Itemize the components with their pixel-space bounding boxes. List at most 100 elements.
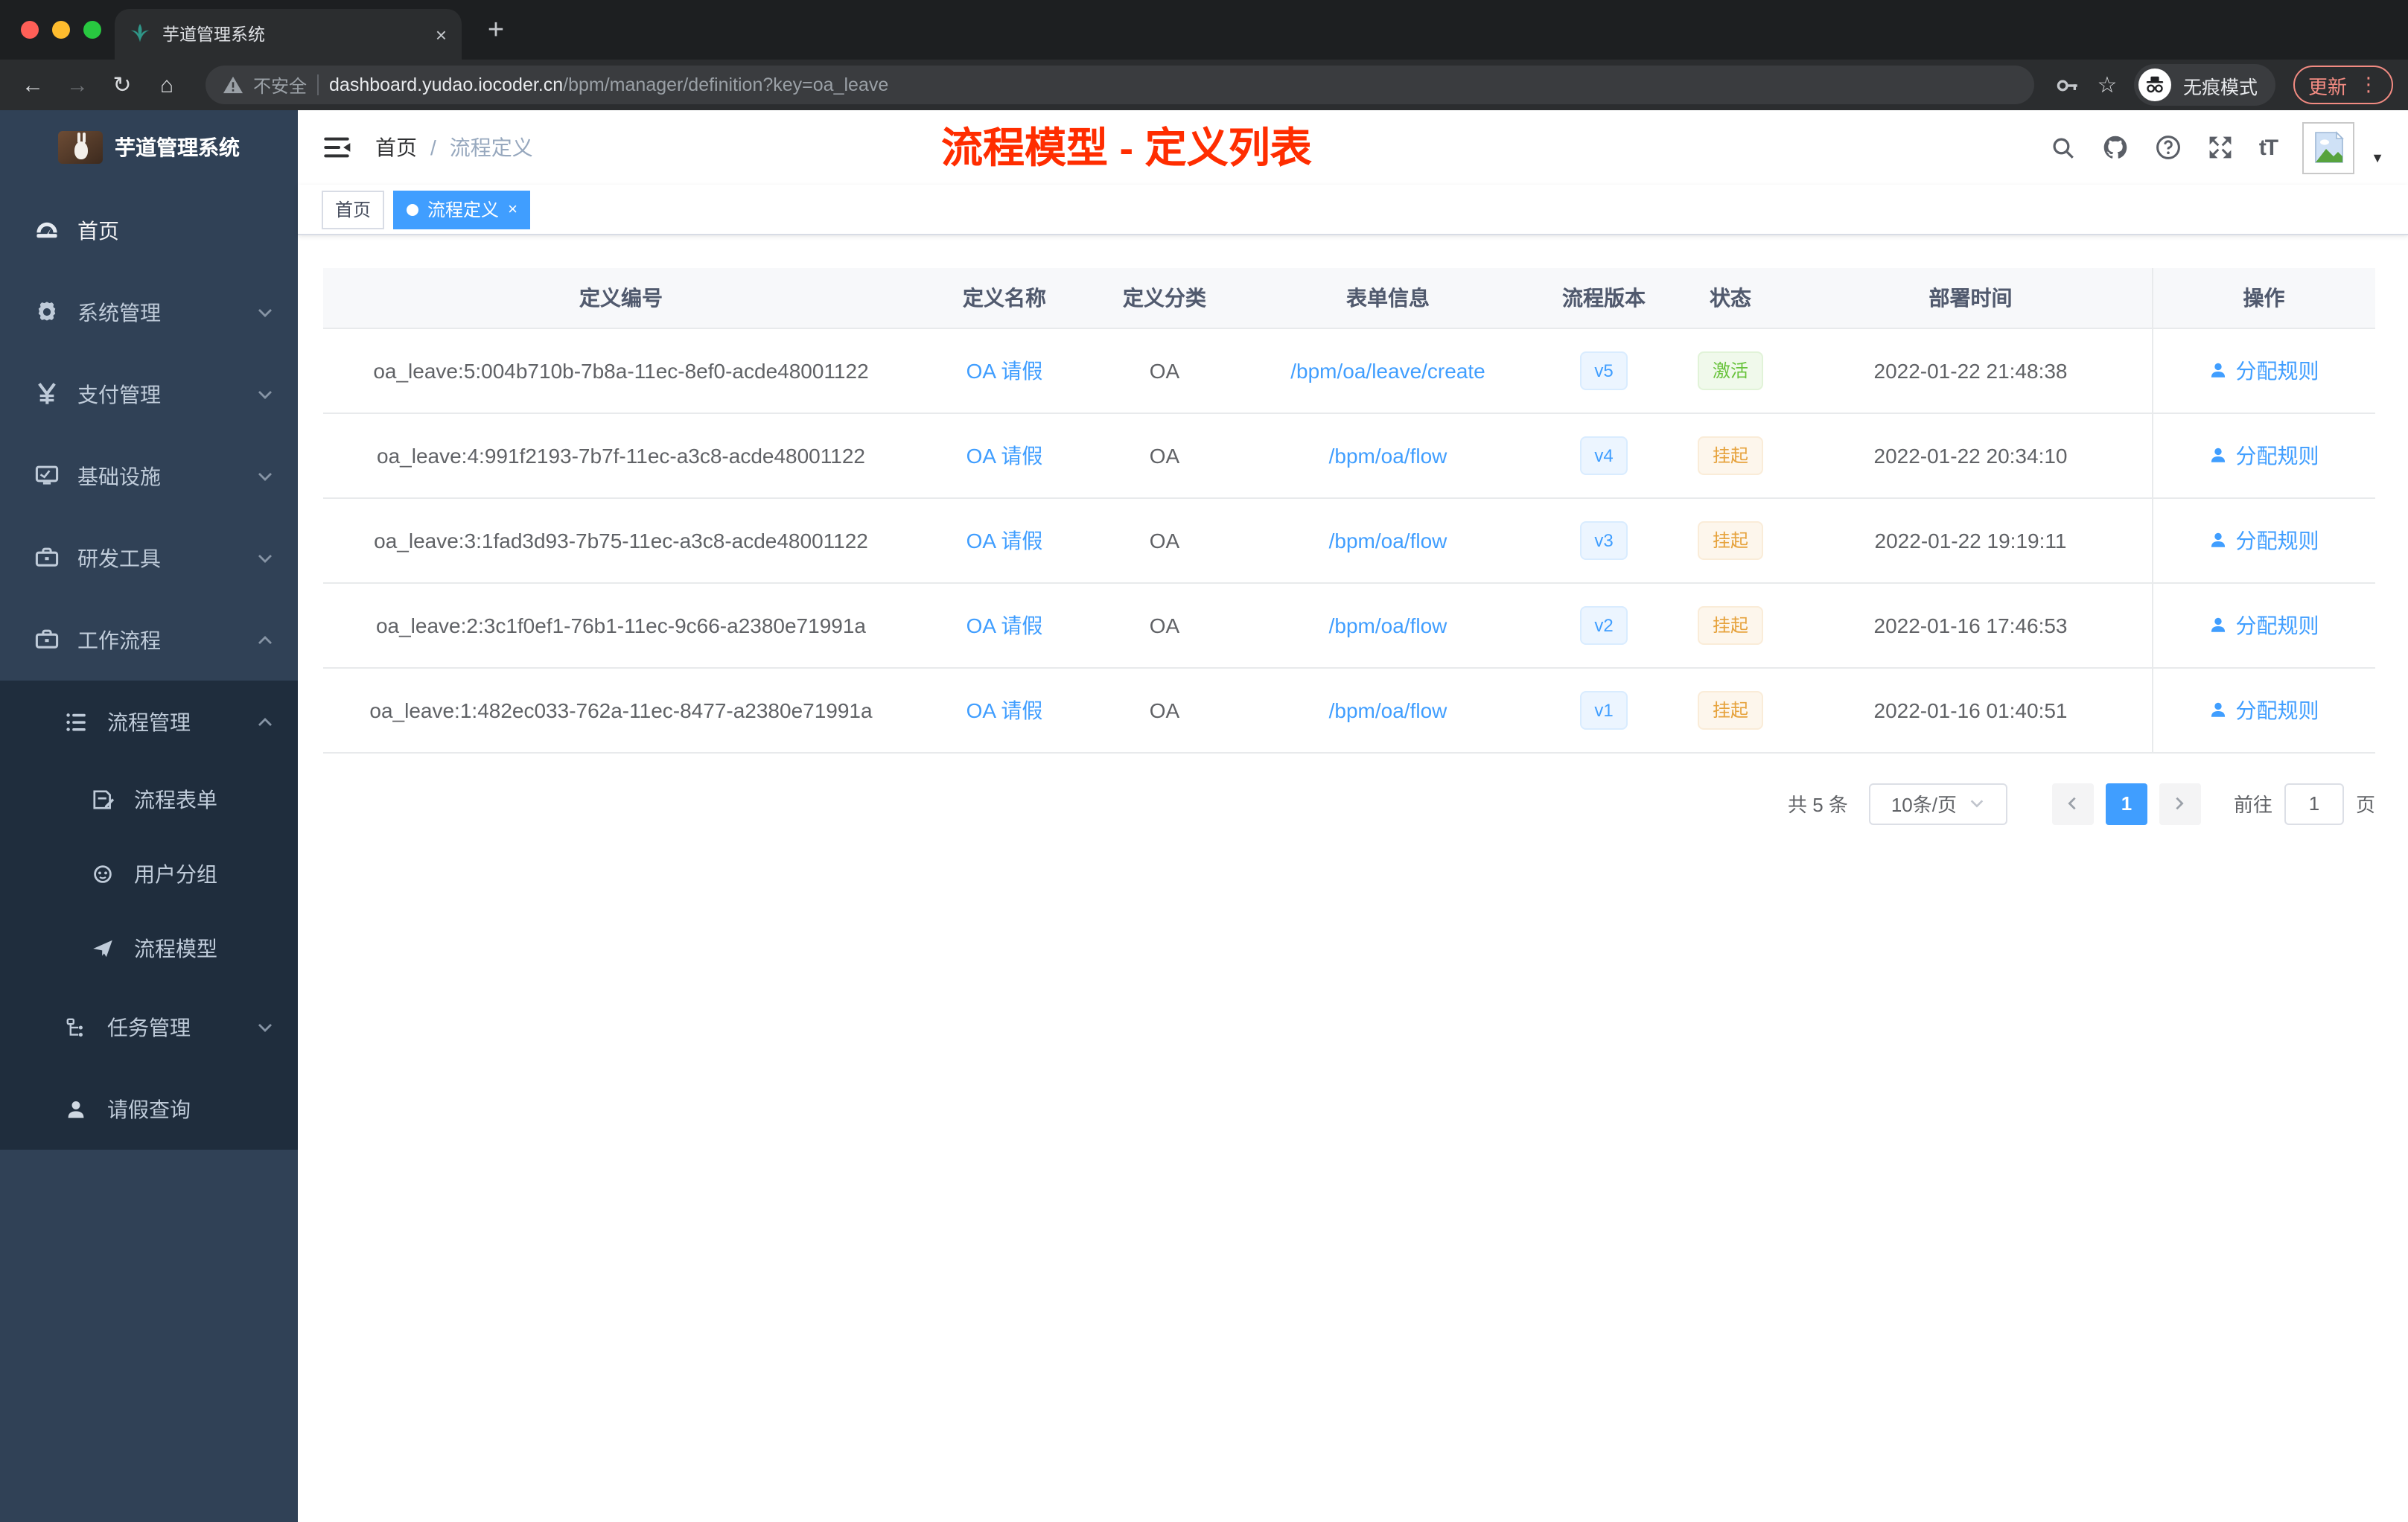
- cell-deploy-time: 2022-01-22 20:34:10: [1790, 413, 2152, 498]
- definition-name-link[interactable]: OA 请假: [966, 698, 1043, 722]
- fullscreen-icon[interactable]: [2207, 134, 2234, 161]
- zoom-window-button[interactable]: [83, 21, 101, 39]
- sidebar-item-payment[interactable]: 支付管理: [0, 353, 298, 435]
- cell-category: OA: [1090, 328, 1239, 413]
- sidebar-item-process-form[interactable]: 流程表单: [0, 762, 298, 837]
- robot-icon: [89, 862, 116, 886]
- avatar-caret-icon[interactable]: ▼: [2371, 150, 2384, 165]
- assign-rule-label: 分配规则: [2235, 528, 2319, 552]
- logo-rabbit-image: [58, 131, 103, 164]
- sidebar-item-process-mgmt[interactable]: 流程管理: [0, 681, 298, 762]
- back-button[interactable]: ←: [15, 72, 51, 98]
- sidebar-item-leave-query[interactable]: 请假查询: [0, 1068, 298, 1150]
- sidebar-item-workflow[interactable]: 工作流程: [0, 599, 298, 681]
- definition-name-link[interactable]: OA 请假: [966, 528, 1043, 552]
- form-link[interactable]: /bpm/oa/leave/create: [1290, 358, 1485, 382]
- assign-rule-button[interactable]: 分配规则: [2209, 355, 2319, 385]
- cell-definition-id: oa_leave:2:3c1f0ef1-76b1-11ec-9c66-a2380…: [323, 582, 919, 668]
- assign-rule-button[interactable]: 分配规则: [2209, 525, 2319, 555]
- cell-deploy-time: 2022-01-22 21:48:38: [1790, 328, 2152, 413]
- version-badge[interactable]: v4: [1579, 436, 1628, 474]
- app-logo[interactable]: 芋道管理系统: [0, 110, 298, 185]
- sidebar-item-process-model[interactable]: 流程模型: [0, 911, 298, 986]
- table-row: oa_leave:4:991f2193-7b7f-11ec-a3c8-acde4…: [323, 413, 2375, 498]
- security-label: 不安全: [253, 75, 308, 96]
- reload-button[interactable]: ↻: [104, 71, 140, 98]
- tag-close-icon[interactable]: ×: [508, 200, 517, 218]
- goto-page-input[interactable]: [2284, 783, 2344, 824]
- sidebar-item-home[interactable]: 首页: [0, 189, 298, 271]
- key-icon[interactable]: [2055, 72, 2080, 98]
- minimize-window-button[interactable]: [52, 21, 70, 39]
- tag-home[interactable]: 首页: [322, 190, 385, 229]
- sidebar-item-task-mgmt[interactable]: 任务管理: [0, 986, 298, 1068]
- sidebar: 芋道管理系统 首页 系统管理 支付管理 基础设施 研发工具 工作流程 流程管理 …: [0, 110, 298, 1522]
- paper-plane-icon: [89, 937, 116, 961]
- new-tab-button[interactable]: +: [477, 15, 515, 48]
- list-tree-icon: [63, 710, 89, 733]
- table-row: oa_leave:2:3c1f0ef1-76b1-11ec-9c66-a2380…: [323, 582, 2375, 668]
- sidebar-item-system[interactable]: 系统管理: [0, 271, 298, 353]
- tag-label: 首页: [335, 200, 372, 220]
- version-badge[interactable]: v5: [1579, 351, 1628, 389]
- sidebar-toggle-button[interactable]: [322, 133, 351, 162]
- status-badge: 挂起: [1697, 520, 1763, 559]
- table-row: oa_leave:1:482ec033-762a-11ec-8477-a2380…: [323, 667, 2375, 753]
- close-window-button[interactable]: [21, 21, 39, 39]
- prev-page-button[interactable]: [2051, 783, 2094, 824]
- form-link[interactable]: /bpm/oa/flow: [1329, 443, 1447, 467]
- window-controls: [21, 21, 101, 39]
- assign-rule-label: 分配规则: [2235, 613, 2319, 637]
- definition-name-link[interactable]: OA 请假: [966, 358, 1043, 382]
- main-area: 首页 / 流程定义 流程模型 - 定义列表 tT ▼ 首页 流程定义 × 定义编…: [298, 110, 2408, 1522]
- version-badge[interactable]: v3: [1579, 520, 1628, 559]
- briefcase-icon: [33, 627, 60, 652]
- favicon-leaf-icon: [130, 24, 150, 45]
- breadcrumb-home[interactable]: 首页: [375, 133, 417, 162]
- definition-name-link[interactable]: OA 请假: [966, 613, 1043, 637]
- version-badge[interactable]: v1: [1579, 690, 1628, 729]
- tag-process-definition[interactable]: 流程定义 ×: [393, 190, 531, 229]
- col-status: 状态: [1671, 268, 1790, 328]
- url-text: dashboard.yudao.iocoder.cn/bpm/manager/d…: [329, 74, 888, 95]
- version-badge[interactable]: v2: [1579, 605, 1628, 644]
- forward-button[interactable]: →: [60, 72, 95, 98]
- sidebar-item-infrastructure[interactable]: 基础设施: [0, 435, 298, 517]
- app-header: 首页 / 流程定义 流程模型 - 定义列表 tT ▼: [298, 110, 2408, 185]
- cell-definition-id: oa_leave:1:482ec033-762a-11ec-8477-a2380…: [323, 667, 919, 753]
- org-tree-icon: [63, 1015, 89, 1039]
- font-size-icon[interactable]: tT: [2259, 135, 2278, 160]
- cell-category: OA: [1090, 413, 1239, 498]
- bookmark-star-icon[interactable]: ☆: [2089, 71, 2125, 98]
- sidebar-item-user-group[interactable]: 用户分组: [0, 837, 298, 911]
- address-bar[interactable]: 不安全 dashboard.yudao.iocoder.cn/bpm/manag…: [206, 66, 2034, 104]
- form-link[interactable]: /bpm/oa/flow: [1329, 613, 1447, 637]
- search-icon[interactable]: [2051, 135, 2076, 160]
- cell-definition-id: oa_leave:5:004b710b-7b8a-11ec-8ef0-acde4…: [323, 328, 919, 413]
- assign-rule-button[interactable]: 分配规则: [2209, 440, 2319, 470]
- assign-rule-button[interactable]: 分配规则: [2209, 695, 2319, 725]
- page-unit-label: 页: [2355, 794, 2375, 816]
- home-button[interactable]: ⌂: [149, 72, 185, 98]
- page-size-select[interactable]: 10条/页: [1868, 783, 2007, 824]
- dashboard-icon: [33, 217, 60, 243]
- help-icon[interactable]: [2155, 134, 2182, 161]
- next-page-button[interactable]: [2159, 783, 2201, 824]
- page-number-current[interactable]: 1: [2105, 783, 2147, 824]
- github-icon[interactable]: [2101, 134, 2130, 161]
- tab-close-icon[interactable]: ×: [436, 23, 447, 45]
- chevron-down-icon: [256, 467, 274, 485]
- browser-tab[interactable]: 芋道管理系统 ×: [115, 9, 462, 60]
- assign-rule-button[interactable]: 分配规则: [2209, 610, 2319, 640]
- update-button[interactable]: 更新 ⋮: [2293, 66, 2393, 104]
- annotation-title: 流程模型 - 定义列表: [941, 125, 1312, 171]
- col-definition-name: 定义名称: [919, 268, 1090, 328]
- browser-menu-icon[interactable]: ⋮: [2359, 73, 2378, 97]
- avatar[interactable]: [2302, 121, 2355, 173]
- sidebar-item-dev-tools[interactable]: 研发工具: [0, 517, 298, 599]
- definition-name-link[interactable]: OA 请假: [966, 443, 1043, 467]
- form-link[interactable]: /bpm/oa/flow: [1329, 698, 1447, 722]
- form-link[interactable]: /bpm/oa/flow: [1329, 528, 1447, 552]
- breadcrumb-current: 流程定义: [449, 136, 533, 159]
- cell-deploy-time: 2022-01-16 01:40:51: [1790, 667, 2152, 753]
